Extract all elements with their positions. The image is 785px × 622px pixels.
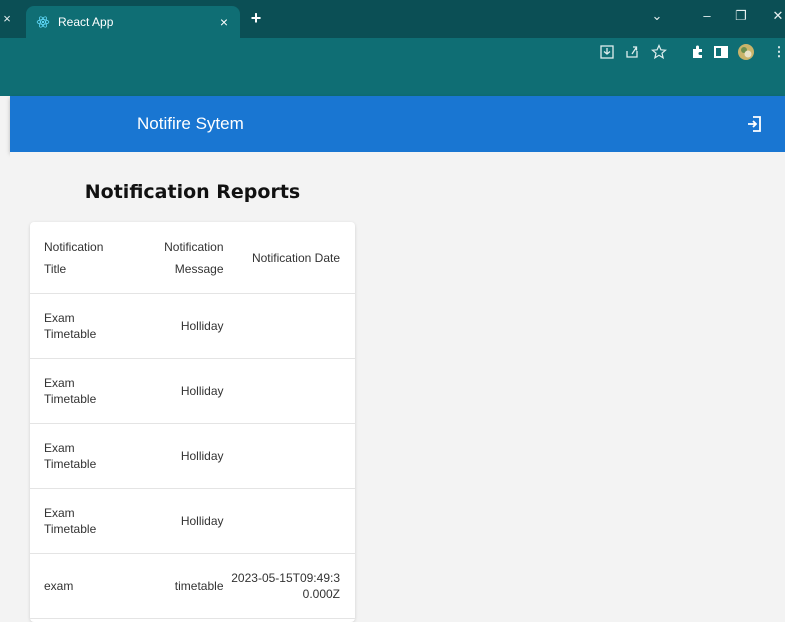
main-content: Notification Reports Notification Title … (10, 152, 785, 622)
notification-table: Notification Title Notification Message … (30, 222, 355, 619)
cell-title: Exam Timetable (30, 358, 145, 424)
cell-message: Holliday (144, 423, 224, 489)
download-icon[interactable] (598, 43, 616, 61)
cell-title: Exam Timetable (30, 293, 145, 359)
cell-date (223, 423, 355, 489)
cell-message: Holliday (144, 358, 224, 424)
tab-title: React App (58, 15, 114, 29)
minimize-button[interactable]: – (697, 7, 717, 25)
browser-toolbar: ⋮ (0, 38, 785, 66)
app-title: Notifire Sytem (137, 114, 244, 133)
react-logo-icon (36, 16, 50, 28)
reports-card: Notification Title Notification Message … (30, 222, 355, 622)
app-header: Notifire Sytem (10, 96, 785, 152)
column-header-date: Notification Date (223, 222, 355, 294)
table-row: Exam Timetable Holliday (30, 293, 355, 359)
cell-date (223, 488, 355, 554)
cell-message: Holliday (144, 293, 224, 359)
logout-icon[interactable] (745, 114, 765, 134)
menu-icon[interactable]: ⋮ (770, 43, 785, 61)
page-title: Notification Reports (84, 181, 301, 203)
tab-search-icon[interactable]: ⌄ (647, 7, 667, 25)
browser-tabstrip: × React App × + ⌄ – ❐ ✕ (0, 0, 785, 38)
sidepanel-icon[interactable] (712, 43, 730, 61)
restore-button[interactable]: ❐ (731, 7, 751, 25)
column-header-title: Notification Title (30, 222, 145, 294)
star-icon[interactable] (650, 43, 668, 61)
cell-date (223, 358, 355, 424)
bookmark-bar (0, 66, 785, 96)
table-header-row: Notification Title Notification Message … (30, 222, 355, 294)
table-row: Exam Timetable Holliday (30, 488, 355, 554)
cell-date (223, 293, 355, 359)
table-row: Exam Timetable Holliday (30, 358, 355, 424)
table-row: Exam Timetable Holliday (30, 423, 355, 489)
close-window-button[interactable]: ✕ (768, 7, 785, 25)
cell-message: Holliday (144, 488, 224, 554)
avatar[interactable] (737, 43, 755, 61)
new-tab-button[interactable]: + (247, 8, 265, 28)
tab-close-icon[interactable]: × (216, 13, 232, 31)
close-tab-icon[interactable]: × (0, 8, 14, 30)
column-header-message: Notification Message (144, 222, 224, 294)
extensions-icon[interactable] (688, 43, 706, 61)
share-icon[interactable] (623, 43, 641, 61)
cell-title: Exam Timetable (30, 488, 145, 554)
browser-tab[interactable]: React App × (26, 6, 240, 38)
cell-title: Exam Timetable (30, 423, 145, 489)
